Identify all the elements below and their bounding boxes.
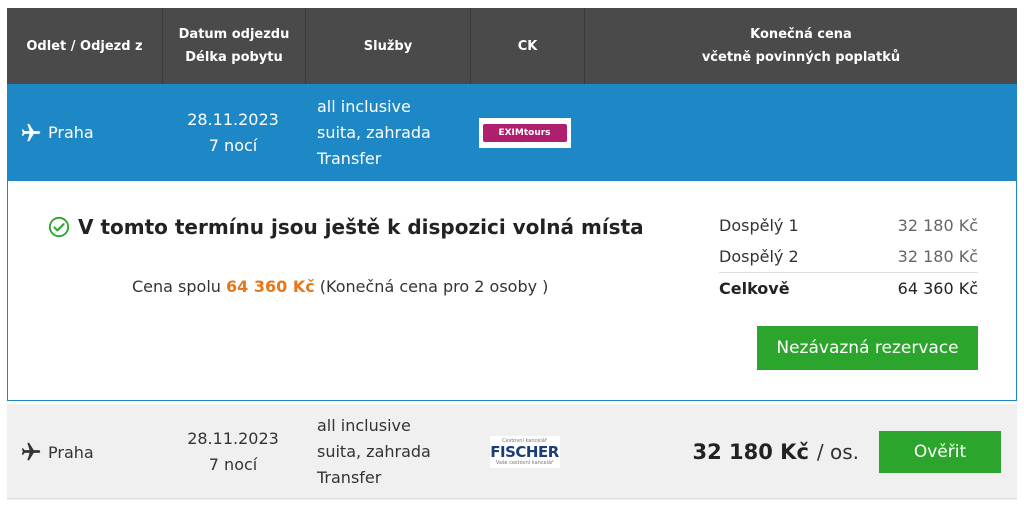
agency-cell: EXIMtours [468,84,581,181]
header-price-line1: Konečná cena [750,27,852,42]
check-circle-icon [48,216,70,238]
services-cell: all inclusive suita, zahrada Transfer [304,84,468,181]
stay-length: 7 nocí [208,135,258,155]
header-date-line1: Datum odjezdu [178,27,290,42]
exim-logo-text: EXIMtours [482,123,567,142]
total-suffix: (Konečná cena pro 2 osoby ) [319,277,549,296]
service-board: all inclusive [317,96,411,116]
departure-city: Praha [48,123,94,142]
price-cell [581,84,1017,181]
plane-icon [21,442,41,461]
offer-detail-panel: V tomto termínu jsou ještě k dispozici v… [7,181,1017,401]
per-person: / os. [816,440,859,464]
service-transfer: Transfer [317,148,382,168]
availability-message: V tomto termínu jsou ještě k dispozici v… [48,215,644,239]
date-cell: 28.11.2023 7 nocí [162,404,304,500]
reserve-button[interactable]: Nezávazná rezervace [757,326,978,370]
stay-length: 7 nocí [208,455,258,474]
header-price: Konečná cena včetně povinných poplatků [585,8,1017,84]
price-line-adult-1: Dospělý 1 32 180 Kč [719,210,978,241]
price-value: 32 180 Kč [897,216,978,235]
total-summary: Cena spolu 64 360 Kč (Konečná cena pro 2… [132,277,548,296]
offers-table: Odlet / Odjezd z Datum odjezdu Délka pob… [7,8,1017,500]
price-line-total: Celkově 64 360 Kč [719,272,978,304]
price-label: Dospělý 2 [719,247,799,266]
price-line-adult-2: Dospělý 2 32 180 Kč [719,241,978,272]
date-cell: 28.11.2023 7 nocí [162,84,304,181]
departure-city: Praha [48,442,94,462]
service-room: suita, zahrada [317,122,431,142]
availability-text: V tomto termínu jsou ještě k dispozici v… [78,215,644,239]
total-prefix: Cena spolu [132,277,221,296]
header-departure: Odlet / Odjezd z [7,8,163,84]
header-price-line2: včetně povinných poplatků [701,50,901,65]
plane-icon [21,123,41,141]
price-value: 32 180 Kč [897,247,978,266]
total-value: 64 360 Kč [226,277,315,296]
total-label: Celkově [719,279,790,298]
departure-date: 28.11.2023 [187,429,279,448]
offer-row-selected[interactable]: Praha 28.11.2023 7 nocí all inclusive su… [7,84,1017,181]
price-breakdown: Dospělý 1 32 180 Kč Dospělý 2 32 180 Kč … [719,210,978,304]
fischer-logo-bottom: Vaše cestovní kancelář [495,460,554,466]
price-label: Dospělý 1 [719,216,799,235]
divider [7,498,1017,499]
verify-button[interactable]: Ověřit [879,431,1001,473]
fischer-logo: Cestovní kancelář FISCHER Vaše cestovní … [489,436,560,468]
fischer-logo-text: FISCHER [490,443,559,461]
total-sum: 64 360 Kč [897,279,978,298]
service-room: suita, zahrada [317,442,431,461]
departure-date: 28.11.2023 [187,109,279,129]
price-cell: 32 180 Kč / os. Ověřit [581,404,1017,500]
departure-cell: Praha [7,404,162,500]
offer-price: 32 180 Kč [692,440,809,464]
agency-cell: Cestovní kancelář FISCHER Vaše cestovní … [468,404,581,500]
exim-tours-logo: EXIMtours [478,117,571,148]
services-cell: all inclusive suita, zahrada Transfer [304,404,468,500]
header-services: Služby [306,8,471,84]
service-transfer: Transfer [317,468,382,487]
table-header: Odlet / Odjezd z Datum odjezdu Délka pob… [7,8,1017,84]
header-date-line2: Délka pobytu [185,50,283,65]
header-date: Datum odjezdu Délka pobytu [163,8,306,84]
service-board: all inclusive [317,416,411,435]
offer-row[interactable]: Praha 28.11.2023 7 nocí all inclusive su… [7,404,1017,500]
header-agency: CK [471,8,585,84]
departure-cell: Praha [7,84,162,181]
